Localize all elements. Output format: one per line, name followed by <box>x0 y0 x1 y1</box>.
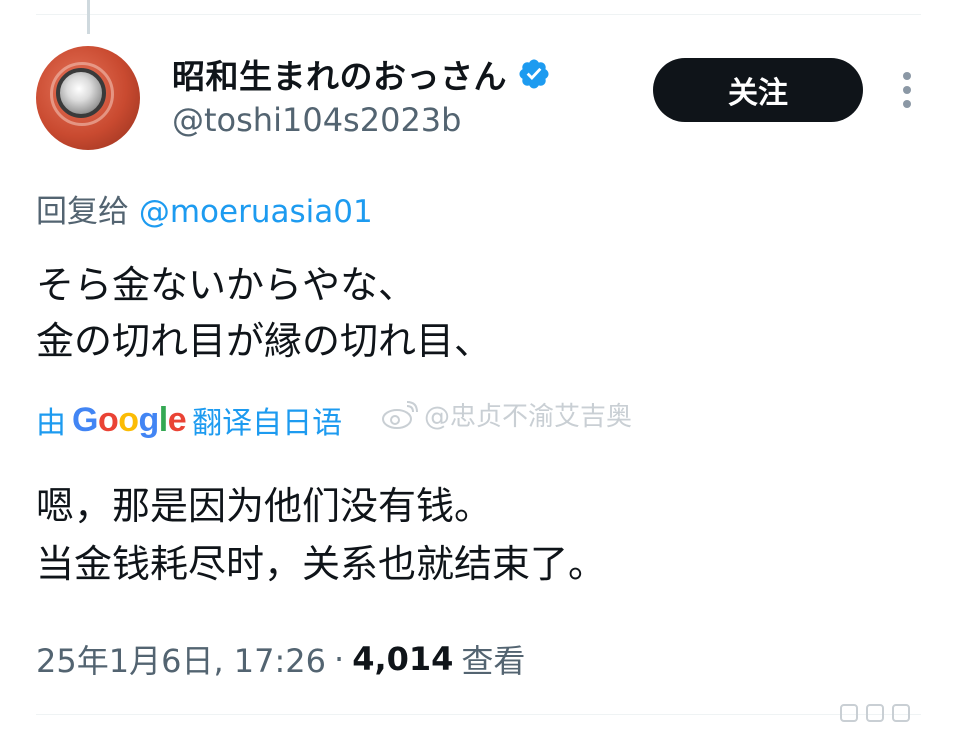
corner-square <box>892 704 910 722</box>
avatar-headlight <box>56 68 106 118</box>
more-dot <box>903 86 911 94</box>
follow-button[interactable]: 关注 <box>653 58 863 122</box>
reply-prefix: 回复给 <box>36 194 139 230</box>
tweet-line: 金の切れ目が縁の切れ目、 <box>36 319 493 363</box>
meta-separator: · <box>334 640 345 678</box>
corner-square <box>840 704 858 722</box>
verified-badge-icon <box>519 59 549 89</box>
translation-by: 由 <box>36 406 66 441</box>
author-display-name[interactable]: 昭和生まれのおっさん <box>172 50 507 98</box>
reply-context: 回复给 @moeruasia01 <box>36 186 373 231</box>
author-name-row: 昭和生まれのおっさん <box>172 52 551 96</box>
more-dot <box>903 72 911 80</box>
tweet-original-text: そら金ないからやな、 金の切れ目が縁の切れ目、 <box>36 257 492 369</box>
translation-source-language: 翻译自日语 <box>192 406 343 441</box>
watermark-text: @忠贞不渝艾吉奥 <box>424 402 633 432</box>
views-count: 4,014 <box>352 640 454 678</box>
views-label: 查看 <box>461 642 526 680</box>
bottom-divider <box>36 714 921 715</box>
watermark: @忠贞不渝艾吉奥 <box>380 396 632 433</box>
translated-line: 当金钱耗尽时，关系也就结束了。 <box>36 542 607 586</box>
avatar[interactable] <box>36 46 140 150</box>
translation-attribution[interactable]: 由 Google 翻译自日语 <box>36 398 342 442</box>
corner-watermark-icon <box>840 704 910 722</box>
more-options-icon[interactable] <box>892 68 922 112</box>
tweet-line: そら金ないからやな、 <box>36 263 417 307</box>
weibo-icon <box>382 400 418 429</box>
reply-mention-link[interactable]: @moeruasia01 <box>139 194 373 230</box>
thread-connector-line <box>87 0 90 34</box>
author-handle[interactable]: @toshi104s2023b <box>172 101 461 139</box>
tweet-meta: 25年1月6日, 17:26 · 4,014 查看 <box>36 636 525 682</box>
google-logo: Google <box>72 400 187 439</box>
top-divider <box>36 14 921 15</box>
translated-line: 嗯，那是因为他们没有钱。 <box>36 484 493 528</box>
tweet-timestamp[interactable]: 25年1月6日, 17:26 <box>36 636 326 682</box>
more-dot <box>903 100 911 108</box>
corner-square <box>866 704 884 722</box>
tweet-translated-text: 嗯，那是因为他们没有钱。 当金钱耗尽时，关系也就结束了。 <box>36 477 606 593</box>
